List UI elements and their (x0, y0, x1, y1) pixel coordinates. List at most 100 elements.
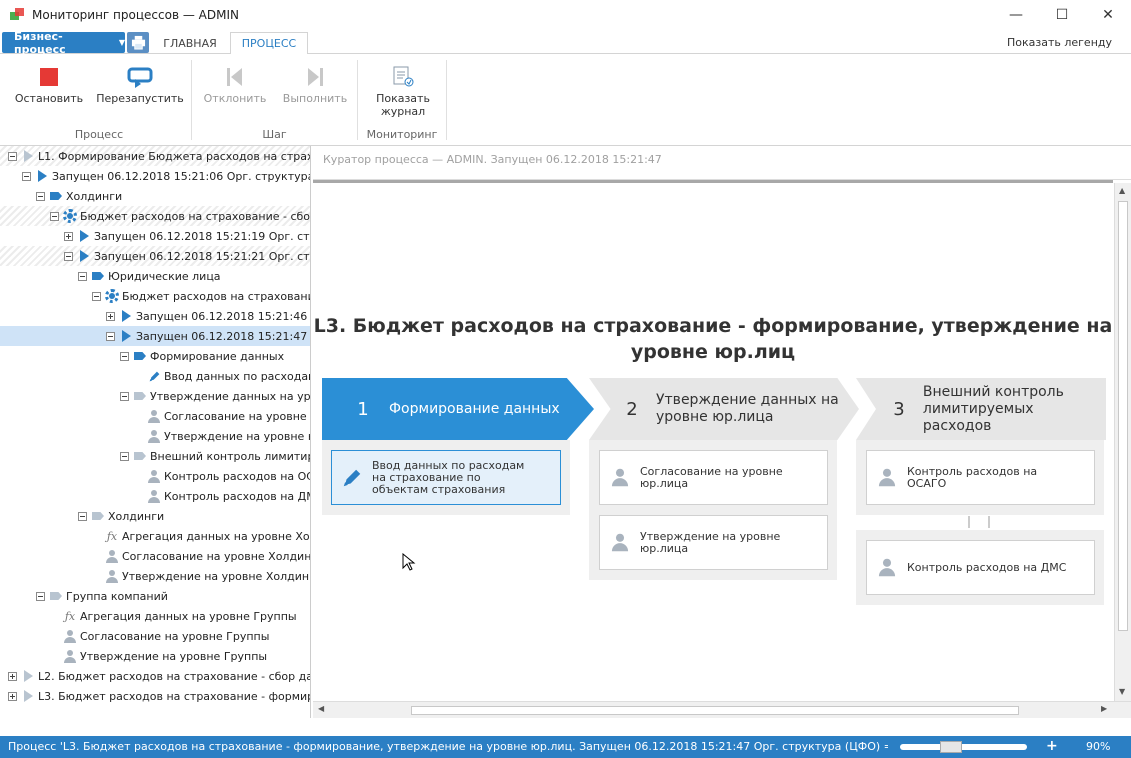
person-icon (611, 533, 629, 552)
tree-item-label: Формирование данных (150, 349, 285, 363)
collapse-icon[interactable] (36, 191, 45, 201)
tree-item[interactable]: Юридические лица (0, 266, 310, 286)
collapse-icon[interactable] (64, 251, 73, 261)
tree-item[interactable]: Согласование на уровне Группы (0, 626, 310, 646)
card-data-input-line2: на страхование по (372, 470, 481, 484)
execute-button[interactable]: Выполнить (280, 62, 350, 105)
expand-icon[interactable] (106, 311, 115, 321)
tree-item-label: Запущен 06.12.2018 15:21:21 Орг. структу… (94, 249, 310, 263)
scroll-left-icon[interactable]: ◀ (318, 704, 324, 713)
tree-item[interactable]: Бюджет расходов на страхование - формиро… (0, 286, 310, 306)
card-osago[interactable]: Контроль расходов на ОСАГО (866, 450, 1095, 505)
reject-button[interactable]: Отклонить (202, 62, 268, 105)
collapse-icon[interactable] (36, 591, 45, 601)
diagram-vertical-scrollbar[interactable]: ▲ ▼ (1114, 183, 1131, 701)
card-data-input[interactable]: Ввод данных по расходам на страхование п… (331, 450, 561, 505)
stage-3-label-line2: лимитируемых расходов (922, 400, 1034, 434)
scroll-thumb[interactable] (1118, 201, 1128, 631)
tree-item[interactable]: Запущен 06.12.2018 15:21:06 Орг. структу… (0, 166, 310, 186)
person-icon (63, 649, 77, 663)
collapse-icon[interactable] (120, 391, 129, 401)
triangle-gray-icon (21, 149, 35, 163)
triangle-icon (77, 249, 91, 263)
tree-item-label: Агрегация данных на уровне Группы (80, 609, 297, 623)
tree-item-label: Контроль расходов на ОСАГО (164, 469, 310, 483)
scroll-thumb[interactable] (411, 706, 1019, 715)
stop-button[interactable]: Остановить (12, 62, 86, 105)
collapse-icon[interactable] (8, 151, 17, 161)
person-icon (611, 468, 629, 487)
collapse-icon[interactable] (120, 451, 129, 461)
collapse-icon[interactable] (92, 291, 101, 301)
scroll-up-icon[interactable]: ▲ (1119, 186, 1125, 195)
collapse-icon[interactable] (78, 511, 87, 521)
tree-item[interactable]: Запущен 06.12.2018 15:21:19 Орг. структу… (0, 226, 310, 246)
stage-2[interactable]: 2 Утверждение данных на уровне юр.лица (589, 378, 859, 440)
card-agree-legal[interactable]: Согласование на уровне юр.лица (599, 450, 828, 505)
diagram-horizontal-scrollbar[interactable]: ◀ ▶ (313, 701, 1131, 718)
tree-item[interactable]: L2. Бюджет расходов на страхование - сбо… (0, 666, 310, 686)
zoom-slider[interactable] (900, 744, 1027, 750)
group-separator (446, 60, 447, 140)
expand-icon[interactable] (8, 671, 17, 681)
collapse-icon[interactable] (22, 171, 31, 181)
curator-line: Куратор процесса — ADMIN. Запущен 06.12.… (313, 146, 1131, 180)
business-process-button[interactable]: Бизнес-процесс ▼ (2, 30, 125, 56)
gear-icon (105, 289, 119, 303)
tree-item[interactable]: Утверждение на уровне Холдинга (0, 566, 310, 586)
tree-item-label: Юридические лица (108, 269, 221, 283)
stage-1[interactable]: 1 Формирование данных (322, 378, 594, 440)
collapse-icon[interactable] (50, 211, 59, 221)
tree-item[interactable]: Формирование данных (0, 346, 310, 366)
tree-item[interactable]: ƒx Агрегация данных на уровне Группы (0, 606, 310, 626)
card-approve-legal[interactable]: Утверждение на уровне юр.лица (599, 515, 828, 570)
journal-icon (393, 66, 414, 87)
stage-3[interactable]: 3 Внешний контроль лимитируемых расходов (856, 378, 1106, 440)
collapse-icon[interactable] (120, 351, 129, 361)
tab-main[interactable]: ГЛАВНАЯ (155, 32, 225, 55)
card-agree-legal-line2: юр.лица (640, 476, 689, 490)
tree-item[interactable]: L1. Формирование Бюджета расходов на стр… (0, 146, 310, 166)
tree-item[interactable]: Утверждение данных на уровне юр.лица (0, 386, 310, 406)
zoom-in-button[interactable]: + (1046, 738, 1058, 754)
tree-item[interactable]: ƒx Агрегация данных на уровне Холдинга (0, 526, 310, 546)
tree-item[interactable]: Контроль расходов на ДМС (0, 486, 310, 506)
collapse-icon[interactable] (78, 271, 87, 281)
tree-item[interactable]: Контроль расходов на ОСАГО (0, 466, 310, 486)
scroll-right-icon[interactable]: ▶ (1101, 704, 1107, 713)
tree-item-label: Ввод данных по расходам на страхование (164, 369, 311, 383)
show-log-button[interactable]: Показать журнал (370, 62, 436, 118)
restart-button[interactable]: Перезапустить (96, 62, 184, 105)
fx-icon: ƒx (64, 609, 76, 623)
tree-item[interactable]: Холдинги (0, 506, 310, 526)
expand-icon[interactable] (64, 231, 73, 241)
show-legend-link[interactable]: Показать легенду (1007, 36, 1112, 49)
tree-item[interactable]: Запущен 06.12.2018 15:21:21 Орг. структу… (0, 246, 310, 266)
pencil-icon (343, 469, 361, 486)
tree-item[interactable]: Утверждение на уровне Группы (0, 646, 310, 666)
tree-item[interactable]: Запущен 06.12.2018 15:21:47 Орг. структу… (0, 326, 310, 346)
status-bar: Процесс 'L3. Бюджет расходов на страхова… (0, 736, 1131, 758)
tree-item-label: Согласование на уровне Группы (80, 629, 270, 643)
tree-item[interactable]: Согласование на уровне юр.лица (0, 406, 310, 426)
scroll-down-icon[interactable]: ▼ (1119, 687, 1125, 696)
tree-item[interactable]: Группа компаний (0, 586, 310, 606)
tree-item[interactable]: Запущен 06.12.2018 15:21:46 Орг. структу… (0, 306, 310, 326)
tree-item[interactable]: Внешний контроль лимитируемых расходов (0, 446, 310, 466)
expand-icon[interactable] (8, 691, 17, 701)
collapse-icon[interactable] (106, 331, 115, 341)
tree-item[interactable]: Бюджет расходов на страхование - сбор да… (0, 206, 310, 226)
tab-process[interactable]: ПРОЦЕСС (230, 32, 308, 55)
tree-item[interactable]: Ввод данных по расходам на страхование (0, 366, 311, 386)
tree-item[interactable]: Утверждение на уровне юр.лица (0, 426, 310, 446)
print-button[interactable] (127, 32, 149, 53)
zoom-slider-thumb[interactable] (940, 741, 962, 753)
tree-item[interactable]: Холдинги (0, 186, 310, 206)
tree-item[interactable]: L3. Бюджет расходов на страхование - фор… (0, 686, 310, 706)
tree-item[interactable]: Согласование на уровне Холдинга (0, 546, 310, 566)
card-dms[interactable]: Контроль расходов на ДМС (866, 540, 1095, 595)
fx-icon: ƒx (106, 529, 118, 543)
maximize-button[interactable]: ☐ (1039, 0, 1085, 30)
close-button[interactable]: ✕ (1085, 0, 1131, 30)
minimize-button[interactable]: — (993, 0, 1039, 30)
